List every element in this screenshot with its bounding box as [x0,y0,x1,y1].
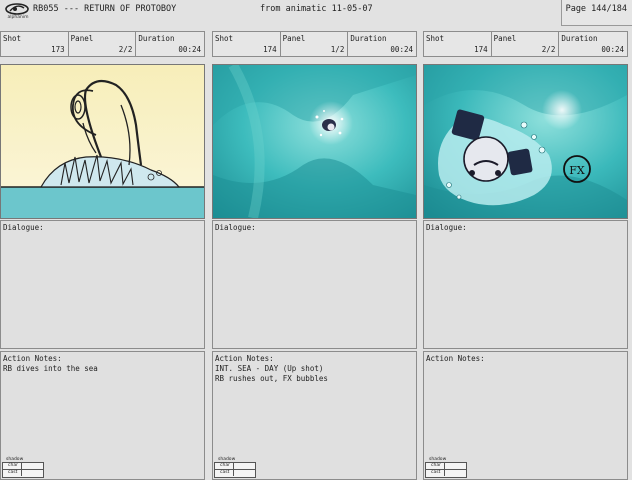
char-label: char [8,463,18,468]
action-notes-label: Action Notes: [426,354,485,363]
dialogue-label: Dialogue: [3,223,44,232]
char-cast-table: char cast [425,462,467,478]
action-note-line: INT. SEA - DAY (Up shot) [215,364,324,373]
char-label: char [431,463,441,468]
shot-number: 174 [474,45,488,54]
dialogue-box: Dialogue: [423,220,628,349]
cast-label: cast [220,470,230,475]
panel-label: Panel [493,34,517,43]
shot-label: Shot [426,34,445,43]
panel-cell: Panel 2/2 [492,32,560,56]
duration-cell: Duration 00:24 [348,32,416,56]
shot-info-bar: Shot 174 Panel 1/2 Duration 00:24 [212,31,417,57]
duration-label: Duration [561,34,598,43]
shot-number: 173 [51,45,65,54]
page-indicator: Page 144/184 [561,0,632,26]
action-note-line: RB rushes out, FX bubbles [215,374,328,383]
duration-cell: Duration 00:24 [136,32,204,56]
storyboard-frame: FX [423,64,628,219]
duration-label: Duration [350,34,387,43]
duration-value: 00:24 [178,45,201,54]
page-number: Page 144/184 [565,4,627,14]
action-notes-box: Action Notes: RB dives into the sea shad… [0,351,205,480]
action-notes-box: Action Notes: shadow char cast [423,351,628,480]
source-label: from animatic 11-05-07 [260,4,373,14]
action-notes-label: Action Notes: [3,354,62,363]
storyboard-frame [212,64,417,219]
action-notes-label: Action Notes: [215,354,274,363]
panel-number: 1/2 [330,45,345,54]
shot-info-bar: Shot 173 Panel 2/2 Duration 00:24 [0,31,205,57]
panel-column-1: Shot 173 Panel 2/2 Duration 00:24 Dialog… [0,31,205,480]
shot-cell: Shot 174 [424,32,492,56]
char-cast-table: char cast [2,462,44,478]
dialogue-label: Dialogue: [215,223,256,232]
action-notes-box: Action Notes: INT. SEA - DAY (Up shot) R… [212,351,417,480]
frame-drawing [1,65,204,218]
dialogue-label: Dialogue: [426,223,467,232]
dialogue-box: Dialogue: [0,220,205,349]
panel-column-2: Shot 174 Panel 1/2 Duration 00:24 Dialog… [212,31,417,480]
panel-number: 2/2 [118,45,133,54]
shot-label: Shot [215,34,234,43]
logo-text: alphanim [7,15,29,20]
duration-value: 00:24 [390,45,413,54]
svg-text:FX: FX [569,164,585,177]
duration-label: Duration [138,34,175,43]
alphanim-logo: alphanim [4,2,30,24]
panel-label: Panel [282,34,306,43]
panel-cell: Panel 1/2 [281,32,349,56]
duration-cell: Duration 00:24 [559,32,627,56]
duration-value: 00:24 [601,45,624,54]
frame-drawing: FX [424,65,627,218]
char-cast-table: char cast [214,462,256,478]
panel-label: Panel [70,34,94,43]
action-note-line: RB dives into the sea [3,364,98,373]
production-title: RB055 --- RETURN OF PROTOBOY [33,4,177,14]
shot-label: Shot [3,34,22,43]
char-label: char [220,463,230,468]
shot-cell: Shot 174 [213,32,281,56]
cast-label: cast [431,470,441,475]
shot-info-bar: Shot 174 Panel 2/2 Duration 00:24 [423,31,628,57]
cast-label: cast [8,470,18,475]
panel-column-3: Shot 174 Panel 2/2 Duration 00:24 FX Dia… [423,31,628,480]
dialogue-box: Dialogue: [212,220,417,349]
shot-number: 174 [263,45,277,54]
frame-drawing [213,65,416,218]
panel-number: 2/2 [541,45,556,54]
logo-icon [5,3,29,15]
shot-cell: Shot 173 [1,32,69,56]
storyboard-header: alphanim RB055 --- RETURN OF PROTOBOY fr… [0,0,632,26]
storyboard-frame [0,64,205,219]
panel-cell: Panel 2/2 [69,32,137,56]
